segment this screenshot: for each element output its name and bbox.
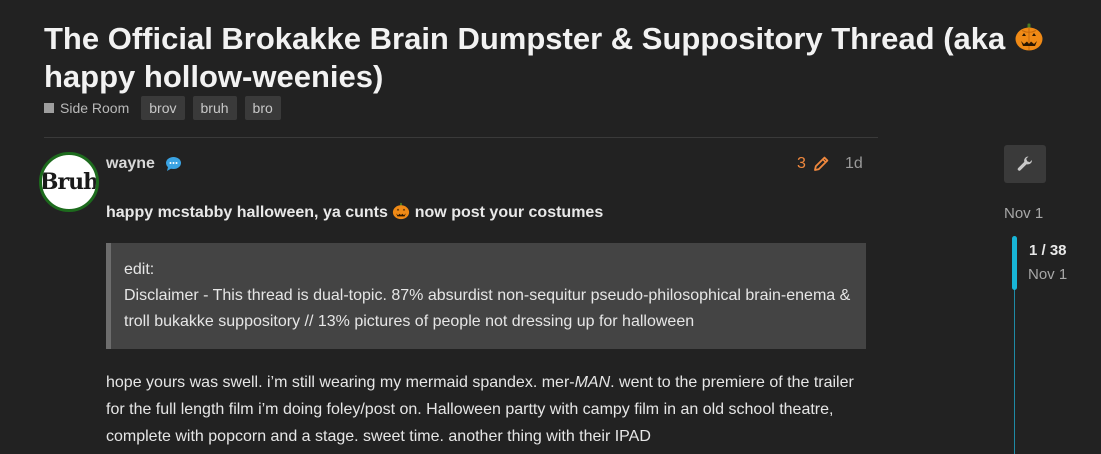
avatar[interactable]: Bruh <box>39 152 99 212</box>
post-paragraph: hope yours was swell. i’m still wearing … <box>106 369 866 450</box>
topic-meta: Side Room brov bruh bro <box>44 96 281 120</box>
lead-text: happy mcstabby halloween, ya cunts <box>106 204 393 221</box>
paragraph-emphasis: MAN <box>574 374 611 391</box>
blockquote: edit: Disclaimer - This thread is dual-t… <box>106 243 866 349</box>
title-text: The Official Brokakke Brain Dumpster & S… <box>44 21 1014 56</box>
timeline-start-date[interactable]: Nov 1 <box>1004 205 1043 222</box>
admin-wrench-button[interactable] <box>1004 145 1046 183</box>
timeline-current-date: Nov 1 <box>1028 266 1068 283</box>
category-badge[interactable]: Side Room <box>44 100 129 116</box>
timeline-position[interactable]: 1 / 38 <box>1029 242 1067 259</box>
avatar-text: Bruh <box>39 169 99 195</box>
tag-bruh[interactable]: bruh <box>192 96 237 120</box>
post-age[interactable]: 1d <box>845 155 863 173</box>
title-text-tail: happy hollow-weenies) <box>44 59 384 94</box>
quote-disclaimer: Disclaimer - This thread is dual-topic. … <box>124 287 851 330</box>
chat-bubble-icon[interactable] <box>165 156 182 172</box>
paragraph-text: hope yours was swell. i’m still wearing … <box>106 374 575 391</box>
pumpkin-icon <box>1015 23 1043 51</box>
category-label: Side Room <box>60 100 130 116</box>
header-divider <box>44 137 878 138</box>
wrench-icon <box>1017 156 1033 171</box>
post-lead: happy mcstabby halloween, ya cunts now p… <box>106 200 866 226</box>
tag-brov[interactable]: brov <box>141 96 185 120</box>
pumpkin-icon <box>393 202 410 220</box>
category-color-swatch <box>44 103 54 113</box>
tag-bro[interactable]: bro <box>244 96 281 120</box>
username[interactable]: wayne <box>106 155 155 173</box>
topic-title[interactable]: The Official Brokakke Brain Dumpster & S… <box>44 20 1054 96</box>
timeline-handle[interactable] <box>1012 236 1017 290</box>
post-body: happy mcstabby halloween, ya cunts now p… <box>106 200 866 450</box>
quote-heading: edit: <box>124 261 155 278</box>
edit-count[interactable]: 3 <box>797 155 806 173</box>
lead-text-tail: now post your costumes <box>410 204 604 221</box>
pencil-icon[interactable] <box>812 155 830 173</box>
